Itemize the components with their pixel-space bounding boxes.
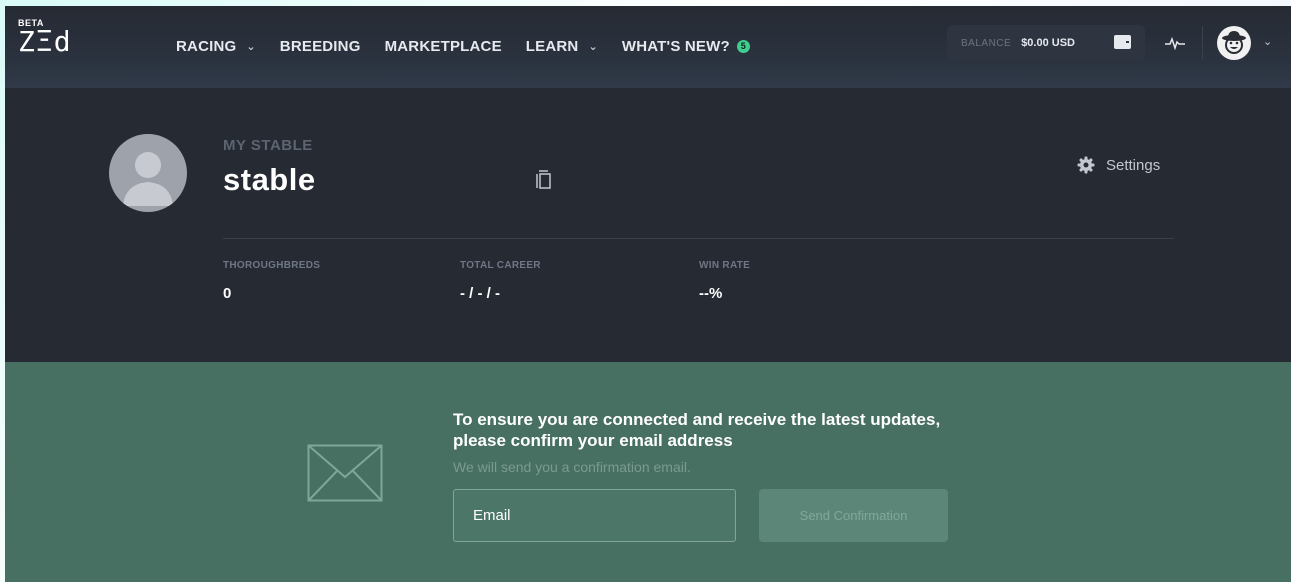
user-avatar-button[interactable] xyxy=(1217,26,1251,60)
stat-value: - / - / - xyxy=(460,285,500,302)
user-silhouette-icon xyxy=(123,152,173,206)
nav-learn[interactable]: LEARN ⌄ xyxy=(526,38,598,55)
nav-whats-new[interactable]: WHAT'S NEW? 5 xyxy=(622,38,750,55)
nav-learn-label: LEARN xyxy=(525,38,579,55)
copy-icon[interactable] xyxy=(536,170,552,190)
app-window: BETA ZΞd RACING ⌄ BREEDING MARKETPLACE L… xyxy=(5,6,1291,582)
stable-avatar xyxy=(109,134,187,212)
envelope-icon xyxy=(307,444,383,502)
section-label: MY STABLE xyxy=(223,137,313,154)
email-field[interactable] xyxy=(453,489,736,542)
divider xyxy=(223,238,1174,239)
chevron-down-icon[interactable]: ⌄ xyxy=(1263,35,1272,48)
zed-logo[interactable]: BETA ZΞd xyxy=(18,18,72,56)
balance-widget[interactable]: BALANCE $0.00 USD xyxy=(947,25,1145,61)
cowboy-avatar-icon xyxy=(1222,31,1246,54)
balance-label: BALANCE xyxy=(961,37,1012,49)
nav-breeding[interactable]: BREEDING xyxy=(280,38,361,55)
nav-breeding-label: BREEDING xyxy=(279,38,361,55)
nav-racing-label: RACING xyxy=(176,38,237,55)
stat-total-career: TOTAL CAREER - / - / - xyxy=(460,260,541,302)
main-nav: RACING ⌄ BREEDING MARKETPLACE LEARN ⌄ WH… xyxy=(176,38,774,55)
email-confirmation-banner: To ensure you are connected and receive … xyxy=(5,362,1291,582)
balance-value: $0.00 USD xyxy=(1021,37,1075,49)
nav-racing[interactable]: RACING ⌄ xyxy=(176,38,256,55)
pulse-icon[interactable] xyxy=(1165,35,1185,51)
stat-value: 0 xyxy=(223,285,232,302)
settings-label: Settings xyxy=(1106,156,1161,174)
stat-label: WIN RATE xyxy=(699,260,751,271)
logo-name: ZΞd xyxy=(18,25,72,58)
settings-button[interactable]: Settings xyxy=(1077,156,1160,174)
nav-whats-new-label: WHAT'S NEW? xyxy=(621,38,730,55)
top-navbar: BETA ZΞd RACING ⌄ BREEDING MARKETPLACE L… xyxy=(5,6,1291,88)
stable-name: stable xyxy=(223,162,316,197)
nav-marketplace-label: MARKETPLACE xyxy=(384,38,502,55)
stat-value: --% xyxy=(699,285,723,302)
confirm-subtitle: We will send you a confirmation email. xyxy=(453,459,691,475)
chevron-down-icon: ⌄ xyxy=(588,41,598,53)
wallet-icon[interactable] xyxy=(1114,35,1131,49)
stat-thoroughbreds: THOROUGHBREDS 0 xyxy=(223,260,320,302)
nav-marketplace[interactable]: MARKETPLACE xyxy=(385,38,502,55)
stat-label: TOTAL CAREER xyxy=(460,260,541,271)
header-divider xyxy=(1202,26,1203,60)
confirm-title: To ensure you are connected and receive … xyxy=(453,410,941,450)
chevron-down-icon: ⌄ xyxy=(246,41,256,53)
notification-badge: 5 xyxy=(736,40,750,53)
gear-icon xyxy=(1077,156,1095,174)
send-confirmation-button[interactable]: Send Confirmation xyxy=(759,489,948,542)
stat-win-rate: WIN RATE --% xyxy=(699,260,750,302)
stat-label: THOROUGHBREDS xyxy=(223,260,321,271)
